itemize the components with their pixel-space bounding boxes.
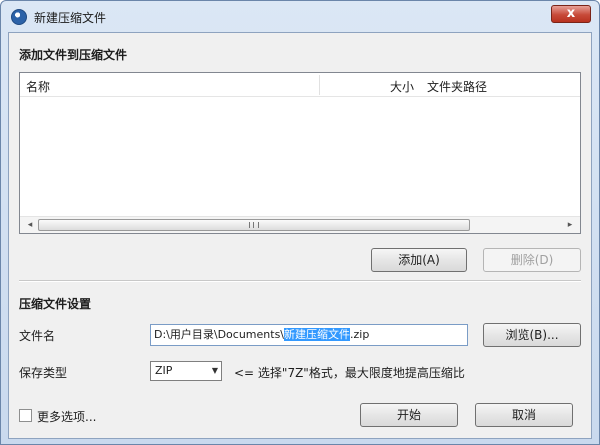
dialog-body: 添加文件到压缩文件 名称 大小 文件夹路径 ◂ ▸ 添加(A) 删除(D) 压缩… bbox=[8, 32, 592, 439]
scroll-left-icon[interactable]: ◂ bbox=[22, 218, 38, 233]
file-list[interactable]: 名称 大小 文件夹路径 ◂ ▸ bbox=[19, 72, 581, 234]
add-files-heading: 添加文件到压缩文件 bbox=[19, 48, 128, 62]
window-title: 新建压缩文件 bbox=[34, 11, 107, 25]
column-header-size[interactable]: 大小 bbox=[390, 78, 414, 95]
filename-input[interactable]: D:\用户目录\Documents\新建压缩文件.zip bbox=[150, 324, 468, 346]
scroll-thumb[interactable] bbox=[38, 219, 470, 231]
add-button[interactable]: 添加(A) bbox=[371, 248, 467, 272]
file-list-header: 名称 大小 文件夹路径 bbox=[20, 73, 580, 97]
filename-prefix: D:\用户目录\Documents\ bbox=[154, 328, 285, 341]
grip-icon bbox=[249, 222, 259, 228]
cancel-button[interactable]: 取消 bbox=[475, 403, 573, 427]
more-options-label[interactable]: 更多选项... bbox=[37, 408, 96, 425]
title-bar[interactable]: 新建压缩文件 x bbox=[1, 1, 599, 31]
horizontal-scrollbar[interactable]: ◂ ▸ bbox=[20, 216, 580, 233]
chevron-down-icon[interactable]: ▼ bbox=[212, 362, 218, 380]
column-separator bbox=[319, 75, 320, 95]
app-icon bbox=[11, 9, 27, 25]
delete-button[interactable]: 删除(D) bbox=[483, 248, 581, 272]
save-type-label: 保存类型 bbox=[19, 366, 68, 380]
filename-suffix: .zip bbox=[350, 328, 370, 341]
save-type-value: ZIP bbox=[155, 364, 173, 377]
close-button[interactable]: x bbox=[551, 5, 591, 23]
dialog-window: 新建压缩文件 x 添加文件到压缩文件 名称 大小 文件夹路径 ◂ ▸ 添加(A)… bbox=[0, 0, 600, 445]
format-hint: <= 选择"7Z"格式，最大限度地提高压缩比 bbox=[234, 366, 465, 380]
section-divider bbox=[19, 280, 581, 282]
filename-label: 文件名 bbox=[19, 329, 56, 343]
column-header-name[interactable]: 名称 bbox=[26, 78, 50, 95]
more-options-checkbox[interactable] bbox=[19, 409, 32, 422]
start-button[interactable]: 开始 bbox=[360, 403, 458, 427]
filename-selected-text: 新建压缩文件 bbox=[284, 328, 351, 341]
browse-button[interactable]: 浏览(B)... bbox=[483, 323, 581, 347]
scroll-right-icon[interactable]: ▸ bbox=[562, 218, 578, 233]
close-icon: x bbox=[566, 6, 576, 21]
archive-settings-heading: 压缩文件设置 bbox=[19, 297, 92, 311]
save-type-select[interactable]: ZIP ▼ bbox=[150, 361, 222, 381]
column-header-path[interactable]: 文件夹路径 bbox=[427, 78, 487, 95]
